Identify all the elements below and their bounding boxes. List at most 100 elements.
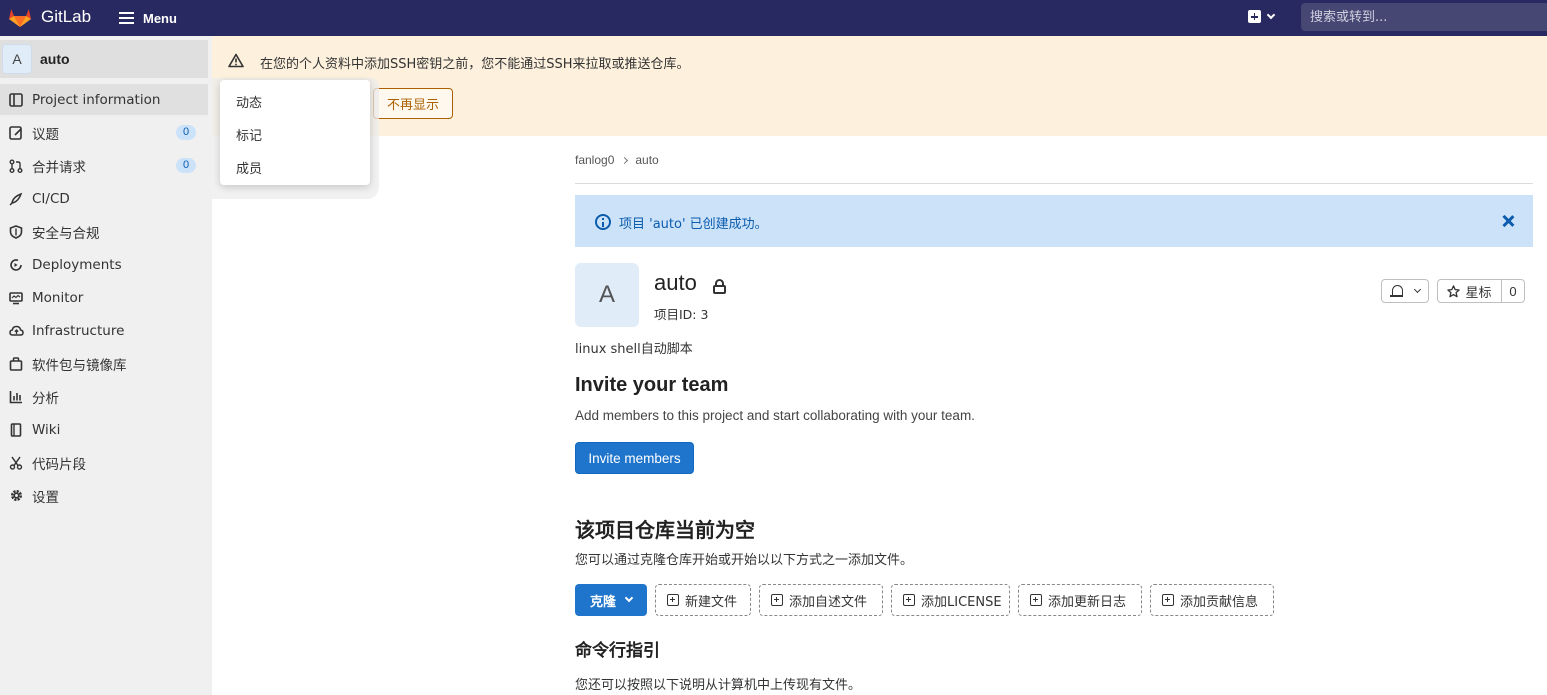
sidebar-item-label: CI/CD (32, 190, 70, 207)
star-button-group: 星标 0 (1437, 279, 1525, 303)
chevron-down-icon (1266, 10, 1276, 19)
breadcrumb-project-link[interactable]: auto (635, 153, 658, 167)
invite-members-button[interactable]: Invite members (575, 442, 694, 474)
plus-square-icon (1030, 594, 1042, 606)
star-button[interactable]: 星标 (1438, 280, 1502, 302)
search-input[interactable] (1301, 3, 1547, 31)
command-line-text: 您还可以按照以下说明从计算机中上传现有文件。 (575, 678, 862, 693)
project-title: auto (654, 270, 697, 295)
sidebar-item-label: Wiki (32, 421, 61, 438)
sidebar-item-monitor[interactable]: Monitor (0, 282, 208, 313)
sidebar-item-infrastructure[interactable]: Infrastructure (0, 315, 208, 346)
add-readme-button[interactable]: 添加自述文件 (759, 584, 883, 616)
warning-icon (228, 53, 244, 68)
project-avatar-large: A (575, 263, 639, 327)
empty-repo-text: 您可以通过克隆仓库开始或开始以以下方式之一添加文件。 (575, 553, 914, 568)
sidebar-project-name: auto (40, 51, 70, 67)
flyout-item-members[interactable]: 成员 (236, 158, 262, 177)
monitor-icon (8, 290, 24, 306)
info-icon (595, 214, 611, 230)
add-readme-label: 添加自述文件 (789, 594, 868, 610)
project-id: 项目ID: 3 (654, 307, 709, 322)
breadcrumb-group-link[interactable]: fanlog0 (575, 153, 614, 167)
flyout-item-activity[interactable]: 动态 (236, 92, 262, 111)
sidebar-item-wiki[interactable]: Wiki (0, 414, 208, 445)
sidebar-item-merge-requests[interactable]: 合并请求 0 (0, 150, 208, 181)
project-avatar: A (2, 44, 32, 74)
add-contributing-label: 添加贡献信息 (1180, 594, 1259, 610)
close-icon[interactable] (1501, 214, 1515, 228)
sidebar-item-deployments[interactable]: Deployments (0, 249, 208, 280)
clone-button[interactable]: 克隆 (575, 584, 647, 616)
invite-heading: Invite your team (575, 374, 729, 396)
sidebar-item-packages[interactable]: 软件包与镜像库 (0, 348, 208, 379)
sidebar-item-analytics[interactable]: 分析 (0, 381, 208, 412)
lock-icon (713, 279, 726, 294)
sidebar-item-label: 代码片段 (32, 456, 86, 473)
flyout-item-labels[interactable]: 标记 (236, 125, 262, 144)
chart-icon (8, 389, 24, 405)
star-label: 星标 (1465, 285, 1492, 301)
clone-label: 克隆 (589, 594, 616, 610)
sidebar-item-label: 分析 (32, 390, 59, 407)
sidebar-item-label: 合并请求 (32, 159, 86, 176)
add-changelog-label: 添加更新日志 (1048, 594, 1127, 610)
dont-show-again-button[interactable]: 不再显示 (373, 88, 453, 119)
sidebar: A auto Project information 议题 0 合并请求 0 C… (0, 36, 212, 695)
sidebar-item-issues[interactable]: 议题 0 (0, 117, 208, 148)
project-description: linux shell自动脚本 (575, 342, 693, 357)
divider (575, 183, 1533, 184)
menu-label: Menu (143, 10, 177, 26)
sidebar-item-label: Monitor (32, 289, 84, 306)
settings-icon (8, 488, 24, 504)
merge-requests-count-badge: 0 (176, 158, 196, 173)
sidebar-item-label: 软件包与镜像库 (32, 357, 127, 374)
merge-request-icon (8, 158, 24, 174)
project-information-flyout: 动态 标记 成员 (220, 80, 370, 185)
add-changelog-button[interactable]: 添加更新日志 (1018, 584, 1142, 616)
sidebar-item-snippets[interactable]: 代码片段 (0, 447, 208, 478)
sidebar-item-label: Project information (32, 91, 161, 108)
add-contributing-button[interactable]: 添加贡献信息 (1150, 584, 1274, 616)
add-license-button[interactable]: 添加LICENSE (891, 584, 1010, 616)
new-file-label: 新建文件 (685, 594, 738, 610)
gitlab-logo-icon[interactable] (8, 6, 32, 28)
star-icon (1447, 284, 1461, 297)
star-count[interactable]: 0 (1502, 280, 1524, 302)
sidebar-item-label: 议题 (32, 126, 59, 143)
project-created-text: 项目 'auto' 已创建成功。 (619, 217, 768, 232)
plus-square-icon (903, 594, 915, 606)
chevron-right-icon (621, 156, 629, 164)
cloud-icon (8, 323, 24, 339)
bell-icon (1390, 285, 1403, 297)
empty-repo-heading: 该项目仓库当前为空 (575, 518, 755, 542)
new-dropdown-button[interactable] (1248, 10, 1276, 23)
sidebar-project-header[interactable]: A auto (0, 40, 208, 78)
sidebar-item-label: Deployments (32, 256, 122, 273)
ssh-warning-text: 在您的个人资料中添加SSH密钥之前，您不能通过SSH来拉取或推送仓库。 (260, 57, 690, 72)
add-license-label: 添加LICENSE (921, 594, 1002, 610)
menu-button[interactable]: Menu (119, 8, 177, 28)
sidebar-item-label: Infrastructure (32, 322, 125, 339)
sidebar-item-security[interactable]: 安全与合规 (0, 216, 208, 247)
sidebar-item-ci-cd[interactable]: CI/CD (0, 183, 208, 214)
shield-icon (8, 224, 24, 240)
ssh-warning-alert: 在您的个人资料中添加SSH密钥之前，您不能通过SSH来拉取或推送仓库。 不再显示 (212, 36, 1547, 136)
chevron-down-icon (1413, 285, 1422, 294)
project-info-icon (8, 92, 24, 108)
notification-settings-button[interactable] (1381, 279, 1429, 303)
project-created-alert: 项目 'auto' 已创建成功。 (575, 195, 1533, 247)
sidebar-item-label: 安全与合规 (32, 225, 100, 242)
sidebar-item-project-information[interactable]: Project information (0, 84, 208, 115)
sidebar-item-label: 设置 (32, 489, 59, 506)
sidebar-item-settings[interactable]: 设置 (0, 480, 208, 511)
rocket-icon (8, 191, 24, 207)
hamburger-icon (119, 12, 134, 24)
plus-square-icon (1162, 594, 1174, 606)
search-box[interactable] (1301, 3, 1547, 31)
chevron-down-icon (624, 593, 634, 603)
plus-square-icon (771, 594, 783, 606)
brand-name[interactable]: GitLab (41, 7, 91, 27)
deployments-icon (8, 257, 24, 273)
new-file-button[interactable]: 新建文件 (655, 584, 751, 616)
